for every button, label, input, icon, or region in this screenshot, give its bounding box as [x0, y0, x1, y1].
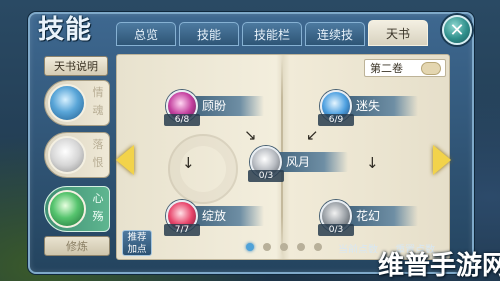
- skill-name: 绽放: [202, 209, 227, 223]
- down-left-arrow-icon: ↙: [306, 126, 319, 144]
- skill-count: 7/7: [164, 224, 200, 236]
- skill-zhanfang[interactable]: 绽放 7/7: [162, 200, 272, 240]
- tab-skill-bar[interactable]: 技能栏: [242, 22, 302, 46]
- skill-name: 花幻: [356, 209, 381, 223]
- volume-label: 第二卷: [370, 62, 403, 75]
- skill-fengyue[interactable]: 风月 0/3: [246, 146, 356, 186]
- school-tab-qinghun[interactable]: 情 魂: [44, 80, 110, 126]
- skill-name: 顾盼: [202, 99, 227, 113]
- current-points-label: 当前点数: [338, 245, 378, 253]
- page-dot[interactable]: [297, 243, 305, 251]
- tab-tianshu[interactable]: 天书: [368, 20, 428, 46]
- skill-huahuan[interactable]: 花幻 0/3: [316, 200, 426, 240]
- cultivate-button[interactable]: 修炼: [44, 236, 110, 256]
- close-icon: ✕: [449, 19, 465, 41]
- water-orb-icon: [48, 84, 86, 122]
- skill-name: 风月: [286, 155, 311, 169]
- skill-count: 0/3: [248, 170, 284, 182]
- tab-bar: 总览 技能 技能栏 连续技 天书: [116, 20, 428, 46]
- down-arrow-icon: ↓: [182, 154, 195, 172]
- skill-count: 6/8: [164, 114, 200, 126]
- recommend-points-button[interactable]: 推荐 加点: [122, 230, 152, 256]
- next-page-arrow-icon[interactable]: [433, 145, 451, 175]
- watermark-text: 维普手游网: [378, 251, 500, 281]
- swirl-decoration: [168, 134, 238, 204]
- school-label: 情 魂: [92, 86, 104, 117]
- skill-count: 0/3: [318, 224, 354, 236]
- close-button[interactable]: ✕: [442, 15, 472, 45]
- page-indicator: [246, 243, 322, 251]
- window-title: 技能: [38, 15, 93, 45]
- school-tab-xinshang[interactable]: 心 殇: [44, 186, 110, 232]
- skill-gupan[interactable]: 顾盼 6/8: [162, 90, 272, 130]
- skill-name: 迷失: [356, 99, 381, 113]
- volume-select[interactable]: 第二卷: [364, 59, 446, 77]
- down-arrow-icon: ↓: [366, 154, 379, 172]
- down-right-arrow-icon: ↘: [244, 126, 257, 144]
- tab-overview[interactable]: 总览: [116, 22, 176, 46]
- volume-toggle-icon: [421, 62, 441, 75]
- school-label: 落 恨: [92, 138, 104, 169]
- lotus-orb-icon: [48, 136, 86, 174]
- page-dot[interactable]: [246, 243, 254, 251]
- tab-combo[interactable]: 连续技: [305, 22, 365, 46]
- page-dot[interactable]: [280, 243, 288, 251]
- page-dot[interactable]: [263, 243, 271, 251]
- school-tab-luohen[interactable]: 落 恨: [44, 132, 110, 178]
- school-label: 心 殇: [92, 192, 104, 223]
- tianshu-info-button[interactable]: 天书说明: [44, 56, 108, 76]
- page-dot[interactable]: [314, 243, 322, 251]
- skill-mishi[interactable]: 迷失 6/9: [316, 90, 426, 130]
- tab-skills[interactable]: 技能: [179, 22, 239, 46]
- leaf-orb-icon: [48, 190, 86, 228]
- prev-page-arrow-icon[interactable]: [116, 145, 134, 175]
- skill-count: 6/9: [318, 114, 354, 126]
